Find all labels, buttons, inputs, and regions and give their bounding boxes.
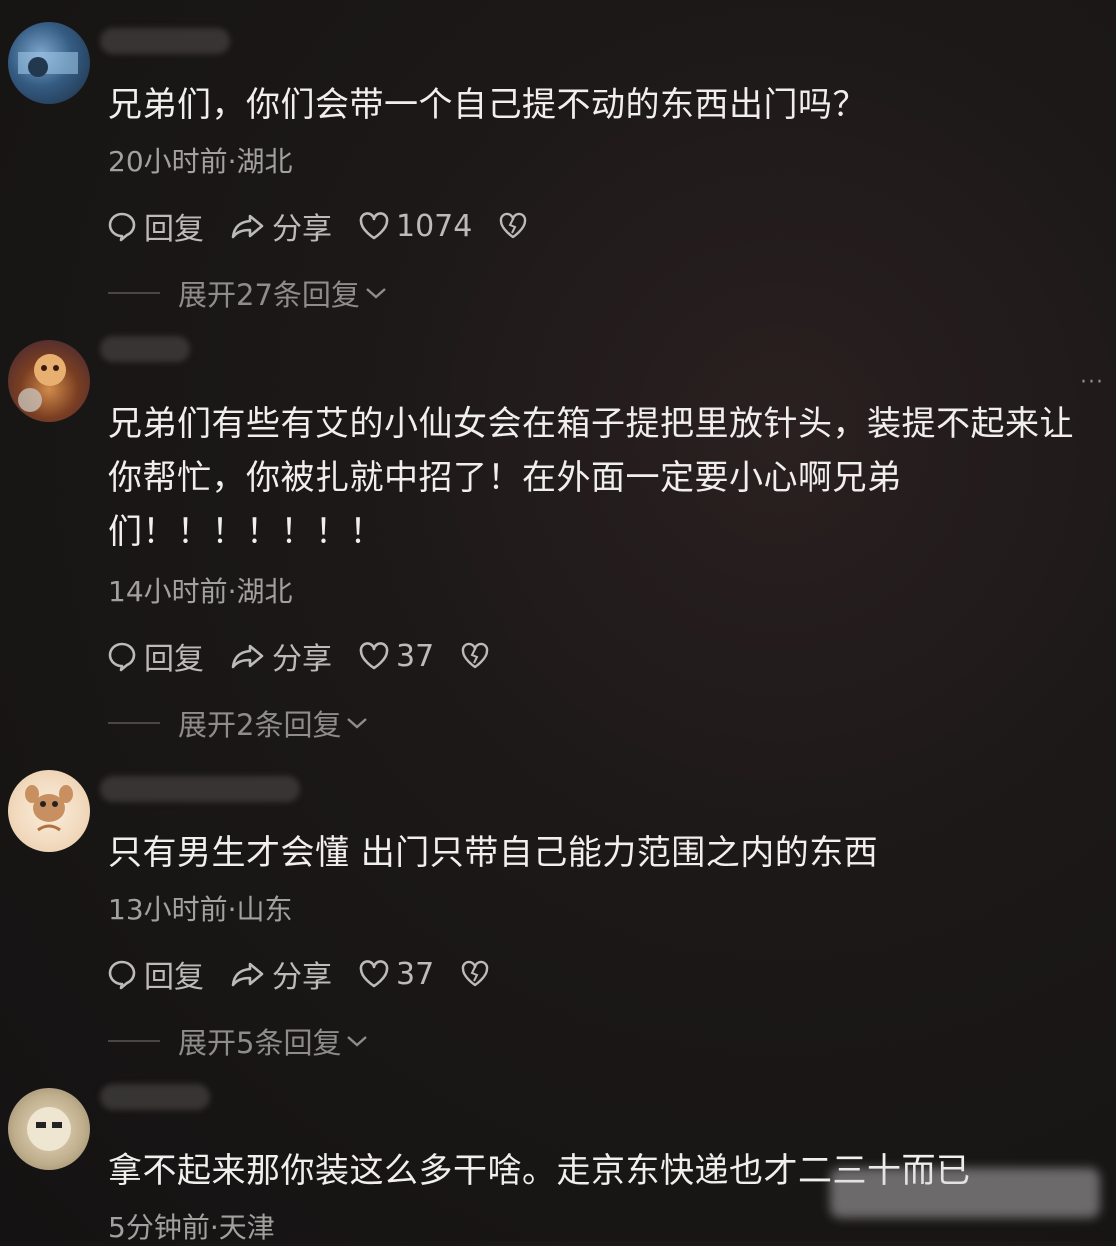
share-label: 分享 xyxy=(272,642,332,677)
share-arrow-icon xyxy=(231,214,264,239)
avatar-image xyxy=(18,354,66,412)
share-arrow-icon xyxy=(231,644,264,669)
like-button[interactable]: 37 xyxy=(358,639,434,674)
share-label: 分享 xyxy=(272,212,332,247)
reply-button[interactable]: 回复 xyxy=(106,204,204,248)
avatar-image xyxy=(27,1107,71,1151)
share-label: 分享 xyxy=(272,960,332,995)
expand-replies-button[interactable]: 展开27条回复 xyxy=(108,272,388,314)
expand-replies-button[interactable]: 展开5条回复 xyxy=(108,1020,369,1062)
chevron-down-icon xyxy=(366,288,386,299)
username-blurred[interactable] xyxy=(100,336,190,362)
expand-label: 展开2条回复 xyxy=(178,708,342,742)
chevron-down-icon xyxy=(347,718,368,729)
divider-line xyxy=(108,722,160,724)
reply-button[interactable]: 回复 xyxy=(106,952,204,996)
like-button[interactable]: 1074 xyxy=(358,209,472,244)
comment-meta: 13小时前·山东 xyxy=(108,893,293,926)
comment-meta: 20小时前·湖北 xyxy=(108,145,293,178)
expand-label: 展开5条回复 xyxy=(178,1026,342,1060)
reply-button[interactable]: 回复 xyxy=(106,634,204,678)
avatar-image xyxy=(25,785,73,832)
more-dots-icon[interactable]: ··· xyxy=(1080,370,1104,395)
expand-replies-button[interactable]: 展开2条回复 xyxy=(108,702,369,744)
username-blurred[interactable] xyxy=(100,28,230,54)
dislike-button[interactable] xyxy=(460,959,496,989)
like-count: 1074 xyxy=(396,208,473,244)
comment-text: 只有男生才会懂 出门只带自己能力范围之内的东西 xyxy=(108,833,879,873)
comment-meta: 5分钟前·天津 xyxy=(108,1211,275,1244)
comment-actions: 回复 分享 1074 xyxy=(106,204,560,248)
comment-bubble-icon xyxy=(108,960,136,990)
avatar[interactable] xyxy=(8,770,90,852)
like-count: 37 xyxy=(396,956,435,992)
expand-label: 展开27条回复 xyxy=(178,278,360,312)
dislike-button[interactable] xyxy=(498,211,534,241)
comment-text: 兄弟们有些有艾的小仙女会在箱子提把里放针头，装提不起来让你帮忙，你被扎就中招了！… xyxy=(108,404,1074,552)
reply-label: 回复 xyxy=(144,960,204,995)
avatar-image xyxy=(18,52,78,77)
broken-heart-icon xyxy=(461,642,489,669)
comment-bubble-icon xyxy=(108,642,136,672)
heart-icon xyxy=(359,212,389,240)
reply-label: 回复 xyxy=(144,212,204,247)
comment-actions: 回复 分享 37 xyxy=(106,634,522,678)
share-button[interactable]: 分享 xyxy=(230,204,332,248)
comment-actions: 回复 分享 37 xyxy=(106,952,522,996)
broken-heart-icon xyxy=(500,212,527,239)
chevron-down-icon xyxy=(347,1036,368,1047)
like-count: 37 xyxy=(396,638,435,674)
watermark-blurred xyxy=(830,1168,1100,1218)
share-button[interactable]: 分享 xyxy=(230,952,332,996)
share-button[interactable]: 分享 xyxy=(230,634,332,678)
comment-meta: 14小时前·湖北 xyxy=(108,575,293,608)
username-blurred[interactable] xyxy=(100,1084,210,1110)
comment-bubble-icon xyxy=(108,212,136,242)
heart-icon xyxy=(359,642,389,670)
heart-icon xyxy=(359,960,389,988)
like-button[interactable]: 37 xyxy=(358,957,434,992)
avatar[interactable] xyxy=(8,340,90,422)
broken-heart-icon xyxy=(461,960,489,987)
comment-text: 兄弟们，你们会带一个自己提不动的东西出门吗？ xyxy=(108,85,867,125)
reply-label: 回复 xyxy=(144,642,204,677)
username-blurred[interactable] xyxy=(100,776,300,802)
divider-line xyxy=(108,292,160,294)
share-arrow-icon xyxy=(231,962,264,987)
avatar[interactable] xyxy=(8,1088,90,1170)
divider-line xyxy=(108,1040,160,1042)
dislike-button[interactable] xyxy=(460,641,496,671)
avatar[interactable] xyxy=(8,22,90,104)
